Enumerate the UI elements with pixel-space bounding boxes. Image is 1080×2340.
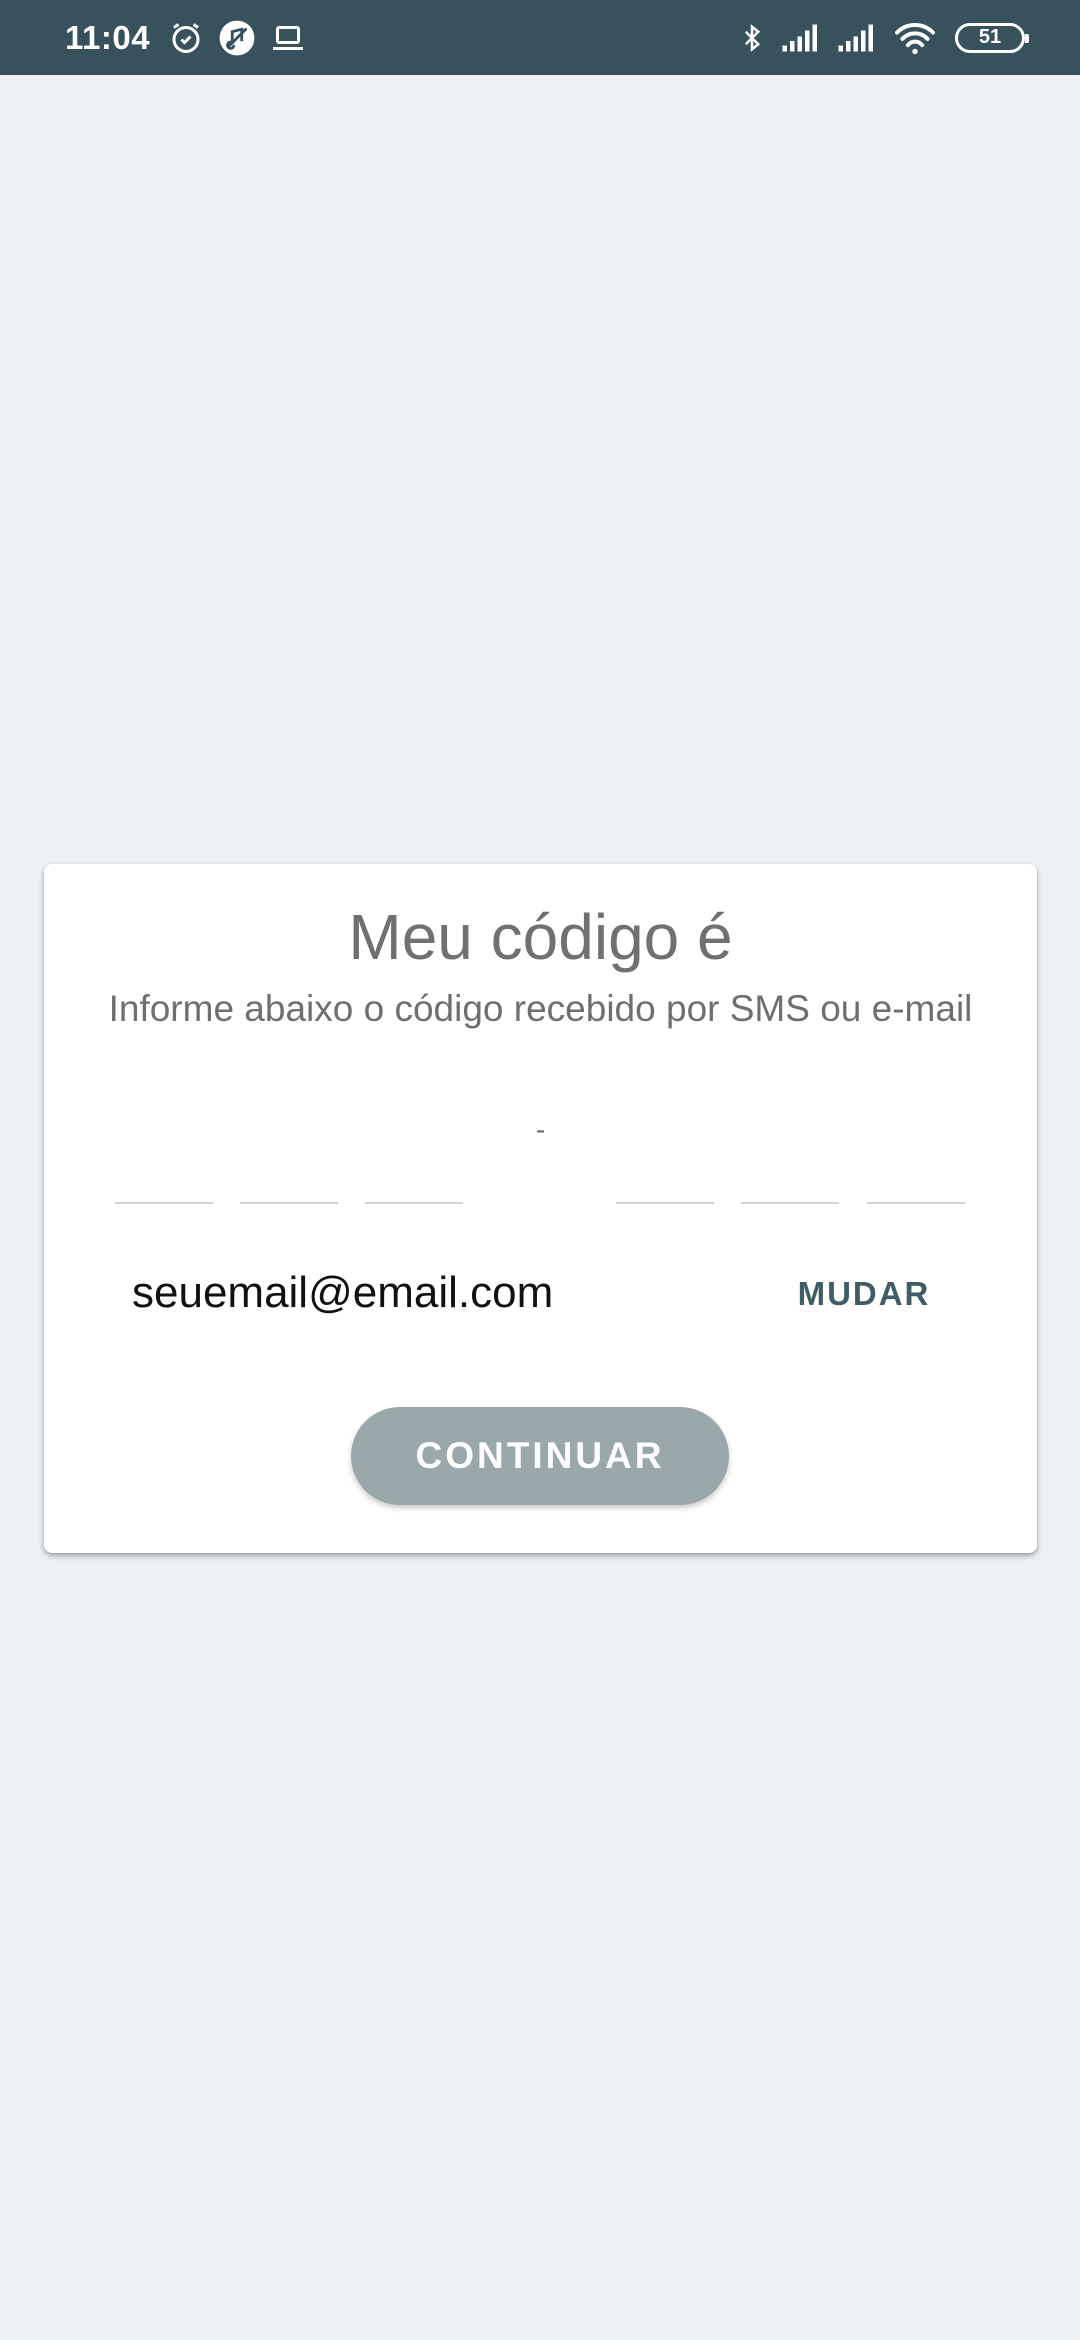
wifi-icon [893, 20, 937, 56]
signal-icon [781, 22, 823, 54]
alarm-icon [168, 20, 204, 56]
code-separator: - [535, 1114, 546, 1145]
status-left: 11:04 [65, 19, 320, 57]
status-bar: 11:04 51 [0, 0, 1080, 75]
bluetooth-icon [737, 20, 767, 56]
card-subtitle: Informe abaixo o código recebido por SMS… [108, 988, 973, 1029]
signal-icon [837, 22, 879, 54]
continue-button[interactable]: CONTINUAR [351, 1407, 729, 1505]
music-off-icon [218, 19, 256, 57]
code-digit-1-input[interactable] [115, 1200, 213, 1204]
status-right: 51 [723, 20, 1029, 56]
battery-icon: 51 [955, 22, 1029, 53]
verification-card: Meu código é Informe abaixo o código rec… [44, 864, 1037, 1553]
change-email-button[interactable]: MUDAR [774, 1270, 954, 1318]
code-digit-2-input[interactable] [240, 1200, 338, 1204]
email-address: seuemail@email.com [132, 1268, 554, 1317]
code-digit-4-input[interactable] [616, 1200, 714, 1204]
card-title: Meu código é [348, 901, 733, 973]
code-digit-5-input[interactable] [741, 1200, 839, 1204]
status-time: 11:04 [65, 18, 151, 56]
code-digit-3-input[interactable] [365, 1200, 463, 1204]
code-digit-6-input[interactable] [867, 1200, 965, 1204]
laptop-icon [270, 20, 306, 56]
battery-level: 51 [978, 26, 1002, 48]
